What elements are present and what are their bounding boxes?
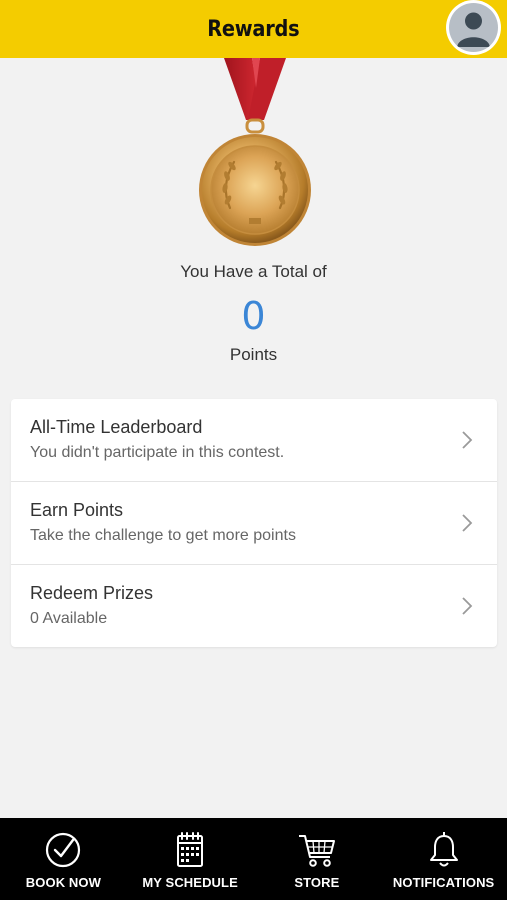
nav-label: MY SCHEDULE — [142, 875, 238, 890]
menu-item-subtitle: Take the challenge to get more points — [30, 527, 296, 544]
menu-item-earn-points[interactable]: Earn Points Take the challenge to get mo… — [11, 482, 497, 565]
menu-item-subtitle: You didn't participate in this contest. — [30, 444, 285, 461]
menu-item-subtitle: 0 Available — [30, 610, 108, 627]
points-unit-label: Points — [229, 345, 278, 364]
nav-label: BOOK NOW — [25, 875, 101, 890]
cart-icon — [298, 835, 335, 867]
rewards-menu-card: All-Time Leaderboard You didn't particip… — [11, 399, 497, 647]
calendar-icon — [177, 832, 204, 867]
bell-icon — [429, 832, 458, 867]
menu-item-redeem-prizes[interactable]: Redeem Prizes 0 Available — [11, 565, 497, 648]
nav-label: NOTIFICATIONS — [392, 875, 495, 890]
chevron-right-icon — [462, 431, 473, 449]
menu-item-title: All-Time Leaderboard — [30, 417, 203, 437]
bottom-nav-bar: BOOK NOW MY SCHEDULE STORE NOTIFICATIONS — [0, 818, 507, 900]
app-header: Rewards — [0, 0, 507, 58]
rewards-screen: Rewards You Have a Total of 0 Points All… — [0, 0, 507, 900]
points-value: 0 — [241, 294, 266, 338]
nav-notifications[interactable]: NOTIFICATIONS — [380, 818, 507, 900]
gold-medal-icon — [190, 58, 320, 258]
check-circle-icon — [46, 832, 81, 868]
nav-label: STORE — [294, 875, 340, 890]
menu-item-leaderboard[interactable]: All-Time Leaderboard You didn't particip… — [11, 399, 497, 482]
user-avatar-button[interactable] — [446, 0, 501, 55]
nav-store[interactable]: STORE — [254, 818, 381, 900]
points-total-label: You Have a Total of — [180, 262, 327, 281]
chevron-right-icon — [462, 514, 473, 532]
page-title: Rewards — [207, 16, 300, 42]
nav-book-now[interactable]: BOOK NOW — [0, 818, 127, 900]
user-avatar-icon — [449, 3, 498, 52]
menu-item-title: Earn Points — [30, 500, 124, 520]
menu-item-title: Redeem Prizes — [30, 583, 154, 603]
chevron-right-icon — [462, 597, 473, 615]
nav-my-schedule[interactable]: MY SCHEDULE — [127, 818, 254, 900]
